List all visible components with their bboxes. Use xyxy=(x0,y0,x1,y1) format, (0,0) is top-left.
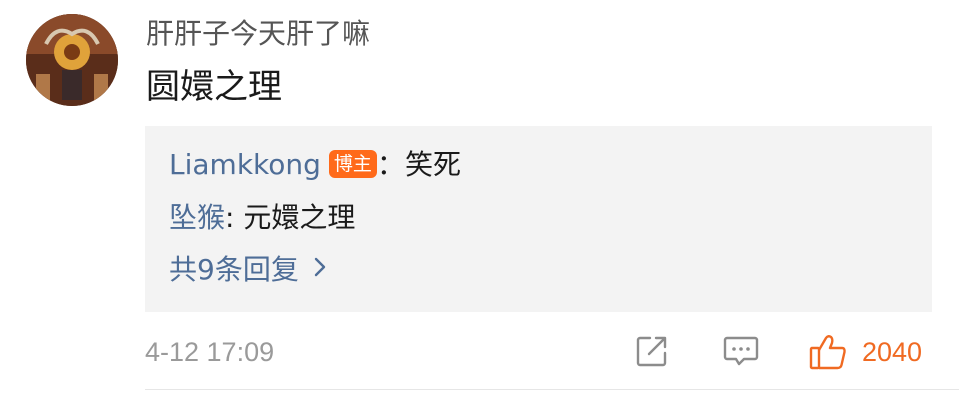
like-button[interactable] xyxy=(808,333,848,371)
thumbs-up-icon xyxy=(809,335,846,370)
author-badge: 博主 xyxy=(328,150,377,178)
reply-author[interactable]: Liamkkong xyxy=(169,148,321,181)
comment-card: 肝肝子今天肝了嘛 圆嬛之理 Liamkkong 博主 ：笑死 坠猴: 元嬛之理 共9… xyxy=(0,0,959,412)
reply-text: 笑死 xyxy=(404,148,461,181)
more-replies-label: 共9条回复 xyxy=(169,253,299,286)
avatar-image xyxy=(26,14,118,106)
comment-content: 圆嬛之理 xyxy=(146,67,282,107)
reply-text: 元嬛之理 xyxy=(243,201,356,234)
reply-button[interactable] xyxy=(722,333,760,371)
reply-item[interactable]: 坠猴: 元嬛之理 xyxy=(169,199,355,237)
chevron-right-icon xyxy=(313,250,327,288)
more-replies-link[interactable]: 共9条回复 xyxy=(169,250,327,289)
divider xyxy=(145,389,959,390)
share-icon xyxy=(636,336,667,367)
comment-username[interactable]: 肝肝子今天肝了嘛 xyxy=(146,16,370,52)
comment-timestamp: 4-12 17:09 xyxy=(145,337,275,367)
comment-icon xyxy=(723,336,759,366)
reply-item[interactable]: Liamkkong 博主 ：笑死 xyxy=(169,146,461,184)
reply-separator: : xyxy=(225,201,244,234)
share-button[interactable] xyxy=(634,333,670,371)
replies-panel[interactable]: Liamkkong 博主 ：笑死 坠猴: 元嬛之理 共9条回复 xyxy=(145,126,932,312)
avatar[interactable] xyxy=(26,14,118,106)
like-count: 2040 xyxy=(862,337,923,367)
reply-author[interactable]: 坠猴 xyxy=(169,201,225,234)
reply-separator: ： xyxy=(376,148,405,181)
